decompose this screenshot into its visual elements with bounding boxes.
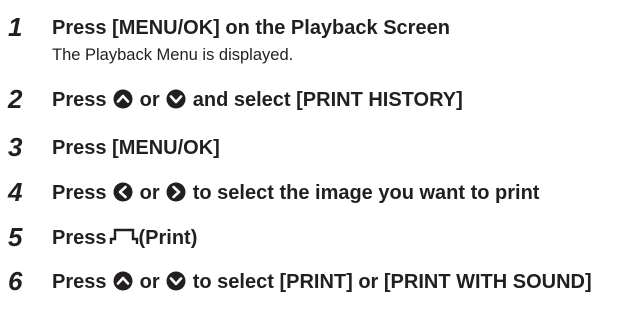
step-number: 4 — [8, 177, 23, 207]
step-number: 1 — [8, 12, 23, 42]
step-title: Press (Print) — [52, 225, 630, 252]
right-arrow-icon — [166, 182, 186, 202]
print-icon — [109, 228, 138, 244]
step-text-prefix: Press — [52, 271, 107, 293]
step-title: Press or to select [PRINT] or [PRINT WIT… — [52, 269, 592, 296]
up-arrow-icon — [113, 89, 133, 109]
step-text-suffix: to select [PRINT] or [PRINT WITH SOUND] — [192, 271, 592, 293]
step-title: Press or and select [PRINT HISTORY] — [52, 87, 630, 114]
down-arrow-icon — [166, 271, 186, 291]
step-text-middle: or — [139, 271, 160, 293]
step-number: 2 — [8, 84, 23, 114]
step-number: 5 — [8, 222, 23, 252]
step-text-suffix: (Print) — [138, 227, 198, 249]
step-text-prefix: Press — [52, 227, 107, 249]
step-text-suffix: and select [PRINT HISTORY] — [192, 89, 463, 111]
step-title: Press [MENU/OK] on the Playback Screen — [52, 17, 450, 39]
step-title: Press [MENU/OK] — [52, 137, 220, 159]
step-text-prefix: Press — [52, 182, 107, 204]
step-text-middle: or — [139, 182, 160, 204]
left-arrow-icon — [113, 182, 133, 202]
step-text-prefix: Press — [52, 89, 107, 111]
step-text-suffix: to select the image you want to print — [192, 182, 540, 204]
step-text-middle: or — [139, 89, 160, 111]
step-description: The Playback Menu is displayed. — [52, 46, 294, 64]
up-arrow-icon — [113, 271, 133, 291]
step-title: Press or to select the image you want to… — [52, 180, 630, 207]
step-number: 6 — [8, 266, 23, 296]
step-number: 3 — [8, 132, 23, 162]
down-arrow-icon — [166, 89, 186, 109]
